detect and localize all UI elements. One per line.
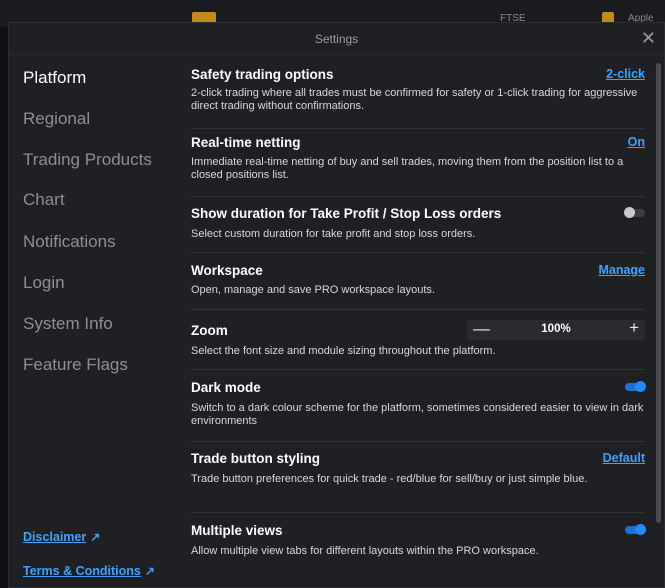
sidebar-item-chart[interactable]: Chart [23, 190, 65, 210]
disclaimer-link[interactable]: Disclaimer ↗ [23, 530, 100, 544]
settings-sidebar: Platform Regional Trading Products Chart… [9, 56, 175, 587]
terms-link[interactable]: Terms & Conditions ↗ [23, 564, 155, 578]
setting-title: Multiple views [191, 523, 283, 538]
netting-link[interactable]: On [628, 135, 645, 149]
settings-dialog: Settings ✕ Platform Regional Trading Pro… [8, 22, 665, 588]
dialog-title-bar: Settings ✕ [9, 23, 664, 55]
dark-mode-toggle[interactable] [625, 381, 646, 392]
terms-label: Terms & Conditions [23, 564, 141, 578]
setting-description: Switch to a dark colour scheme for the p… [191, 402, 644, 427]
dialog-title: Settings [314, 32, 359, 46]
sidebar-item-trading-products[interactable]: Trading Products [23, 150, 152, 170]
external-link-icon: ↗ [144, 564, 155, 578]
setting-real-time-netting: Real-time netting On Immediate real-time… [191, 135, 645, 197]
sidebar-item-system-info[interactable]: System Info [23, 314, 113, 334]
setting-description: Immediate real-time netting of buy and s… [191, 156, 624, 181]
setting-description: 2-click trading where all trades must be… [191, 87, 638, 112]
setting-zoom: Zoom — 100% + Select the font size and m… [191, 318, 645, 370]
setting-trade-button-styling: Trade button styling Default Trade butto… [191, 451, 645, 513]
setting-description: Allow multiple view tabs for different l… [191, 545, 539, 557]
setting-tp-sl-duration: Show duration for Take Profit / Stop Los… [191, 206, 645, 253]
zoom-value: 100% [541, 323, 571, 335]
setting-title: Dark mode [191, 380, 261, 395]
setting-description: Open, manage and save PRO workspace layo… [191, 284, 435, 296]
setting-dark-mode: Dark mode Switch to a dark colour scheme… [191, 380, 646, 442]
sidebar-item-login[interactable]: Login [23, 273, 65, 293]
multiple-views-toggle[interactable] [625, 524, 646, 535]
setting-description: Trade button preferences for quick trade… [191, 473, 588, 485]
settings-content: Safety trading options 2-click 2-click t… [191, 56, 646, 587]
trade-button-default-link[interactable]: Default [603, 451, 645, 465]
setting-title: Real-time netting [191, 135, 301, 150]
duration-toggle[interactable] [624, 207, 645, 218]
sidebar-item-regional[interactable]: Regional [23, 109, 90, 129]
sidebar-item-notifications[interactable]: Notifications [23, 232, 116, 252]
setting-workspace: Workspace Manage Open, manage and save P… [191, 263, 645, 310]
sidebar-item-platform[interactable]: Platform [23, 68, 86, 88]
setting-multiple-views: Multiple views Allow multiple view tabs … [191, 523, 646, 571]
zoom-stepper: — 100% + [467, 318, 645, 340]
toggle-knob [635, 381, 646, 392]
setting-description: Select the font size and module sizing t… [191, 345, 496, 357]
setting-safety-trading: Safety trading options 2-click 2-click t… [191, 67, 645, 129]
setting-title: Zoom [191, 323, 228, 338]
safety-trading-link[interactable]: 2-click [606, 67, 645, 81]
setting-title: Trade button styling [191, 451, 321, 466]
toggle-knob [624, 207, 635, 218]
workspace-manage-link[interactable]: Manage [598, 263, 645, 277]
setting-description: Select custom duration for take profit a… [191, 228, 476, 240]
setting-title: Safety trading options [191, 67, 334, 82]
content-scrollbar[interactable] [656, 63, 661, 523]
toggle-knob [635, 524, 646, 535]
close-icon[interactable]: ✕ [641, 28, 656, 49]
zoom-increase-button[interactable]: + [629, 318, 639, 338]
sidebar-item-feature-flags[interactable]: Feature Flags [23, 355, 128, 375]
external-link-icon: ↗ [90, 530, 101, 544]
setting-title: Workspace [191, 263, 263, 278]
disclaimer-label: Disclaimer [23, 530, 87, 544]
setting-title: Show duration for Take Profit / Stop Los… [191, 206, 502, 221]
